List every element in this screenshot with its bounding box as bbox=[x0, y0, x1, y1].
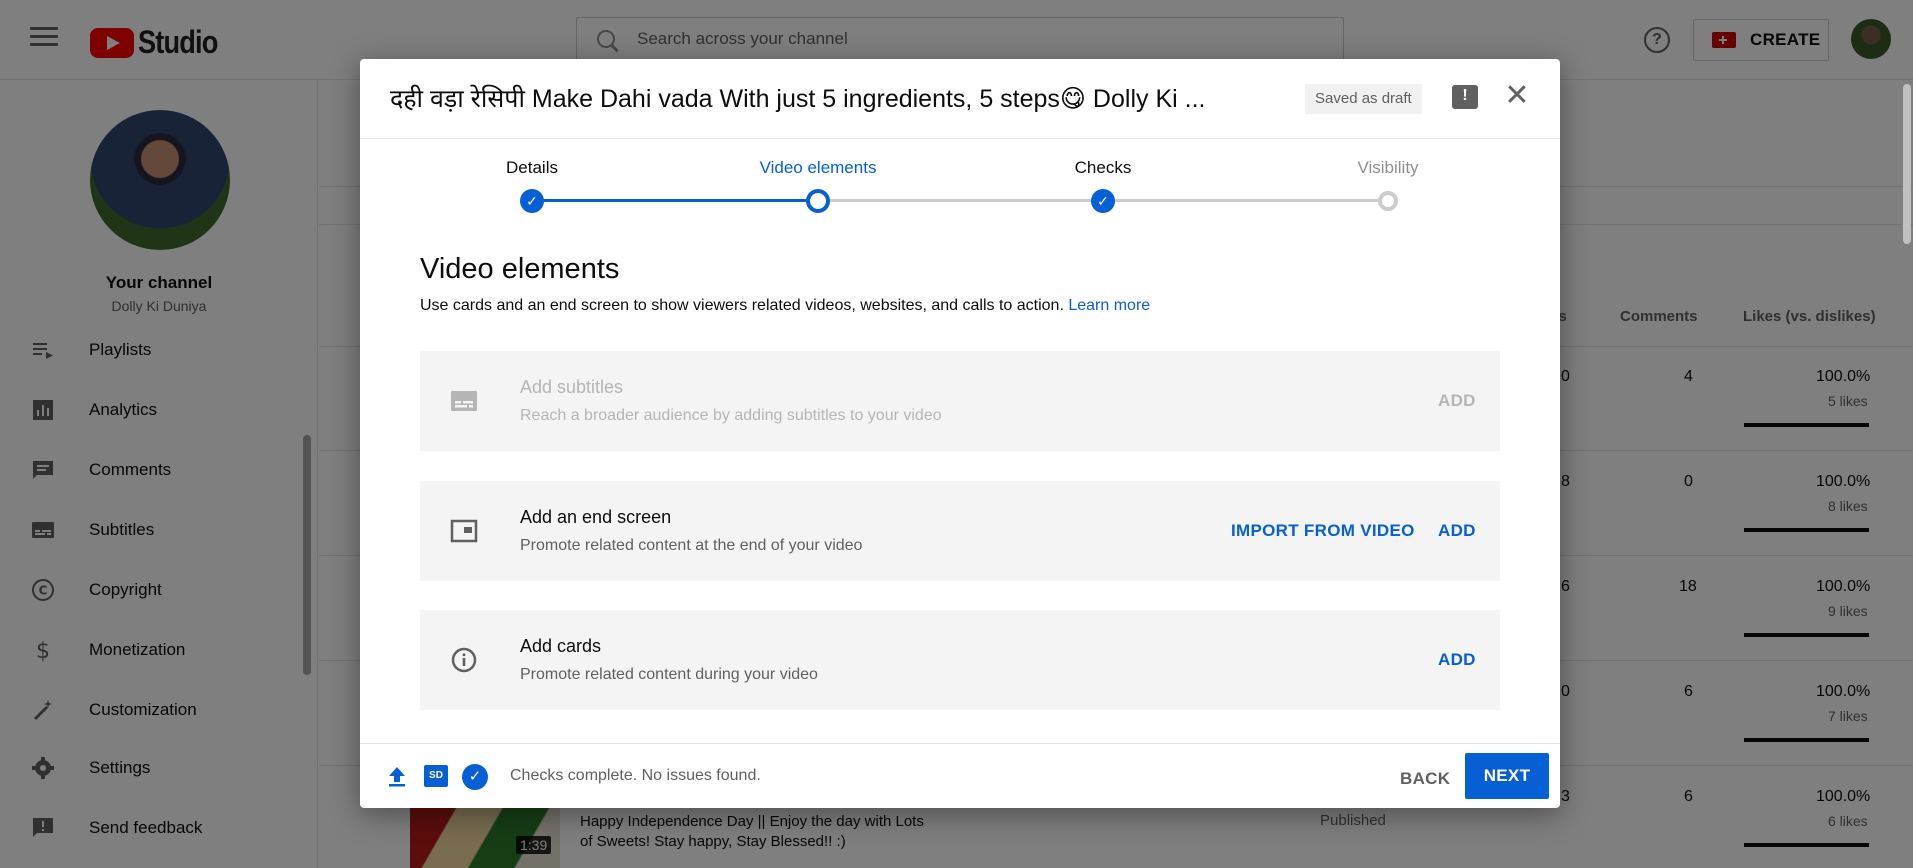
dialog-title: दही वड़ा रेसिपी Make Dahi vada With just… bbox=[390, 85, 1206, 113]
card-title: Add an end screen bbox=[520, 507, 672, 527]
card-subtitle: Promote related content during your vide… bbox=[520, 666, 818, 683]
subtitles-icon bbox=[450, 387, 478, 415]
step-pending-dot-icon[interactable] bbox=[1378, 191, 1398, 211]
learn-more-link[interactable]: Learn more bbox=[1068, 297, 1150, 314]
card-title: Add subtitles bbox=[520, 377, 624, 397]
back-button[interactable]: BACK bbox=[1400, 761, 1450, 797]
upload-icon[interactable] bbox=[387, 766, 407, 788]
step-details[interactable]: Details bbox=[506, 158, 558, 178]
saved-status-badge: Saved as draft bbox=[1305, 84, 1422, 114]
section-description: Use cards and an end screen to show view… bbox=[420, 297, 1150, 315]
checks-complete-icon[interactable]: ✓ bbox=[462, 764, 488, 790]
add-cards-card: Add cards Promote related content during… bbox=[420, 610, 1500, 710]
page-scrollbar[interactable] bbox=[1903, 84, 1911, 244]
step-visibility[interactable]: Visibility bbox=[1357, 158, 1418, 178]
next-button[interactable]: NEXT bbox=[1465, 753, 1549, 799]
info-icon bbox=[450, 646, 478, 674]
section-title: Video elements bbox=[420, 253, 620, 285]
footer-status-text: Checks complete. No issues found. bbox=[510, 767, 761, 784]
add-cards-button[interactable]: ADD bbox=[1438, 650, 1476, 670]
step-video-elements[interactable]: Video elements bbox=[760, 158, 877, 178]
add-end-screen-button[interactable]: ADD bbox=[1438, 521, 1476, 541]
sd-processing-icon[interactable]: SD bbox=[424, 765, 448, 787]
section-description-text: Use cards and an end screen to show view… bbox=[420, 297, 1069, 314]
end-screen-icon bbox=[450, 517, 478, 545]
close-icon[interactable]: ✕ bbox=[1502, 81, 1532, 111]
card-subtitle: Promote related content at the end of yo… bbox=[520, 537, 863, 554]
import-from-video-button[interactable]: IMPORT FROM VIDEO bbox=[1231, 521, 1415, 541]
report-feedback-icon[interactable]: ! bbox=[1452, 85, 1478, 109]
step-current-dot-icon[interactable] bbox=[806, 189, 830, 213]
step-done-check-icon[interactable]: ✓ bbox=[1091, 189, 1115, 213]
step-done-check-icon[interactable]: ✓ bbox=[520, 189, 544, 213]
dialog-footer-divider bbox=[360, 743, 1560, 744]
step-progress-line bbox=[532, 199, 818, 202]
add-subtitles-card: Add subtitles Reach a broader audience b… bbox=[420, 351, 1500, 451]
step-checks[interactable]: Checks bbox=[1075, 158, 1132, 178]
upload-dialog: दही वड़ा रेसिपी Make Dahi vada With just… bbox=[360, 59, 1560, 808]
upload-stepper: Details Video elements Checks Visibility… bbox=[360, 139, 1560, 239]
card-subtitle: Reach a broader audience by adding subti… bbox=[520, 407, 942, 424]
add-end-screen-card: Add an end screen Promote related conten… bbox=[420, 481, 1500, 581]
add-subtitles-button[interactable]: ADD bbox=[1438, 391, 1476, 411]
card-title: Add cards bbox=[520, 636, 602, 656]
